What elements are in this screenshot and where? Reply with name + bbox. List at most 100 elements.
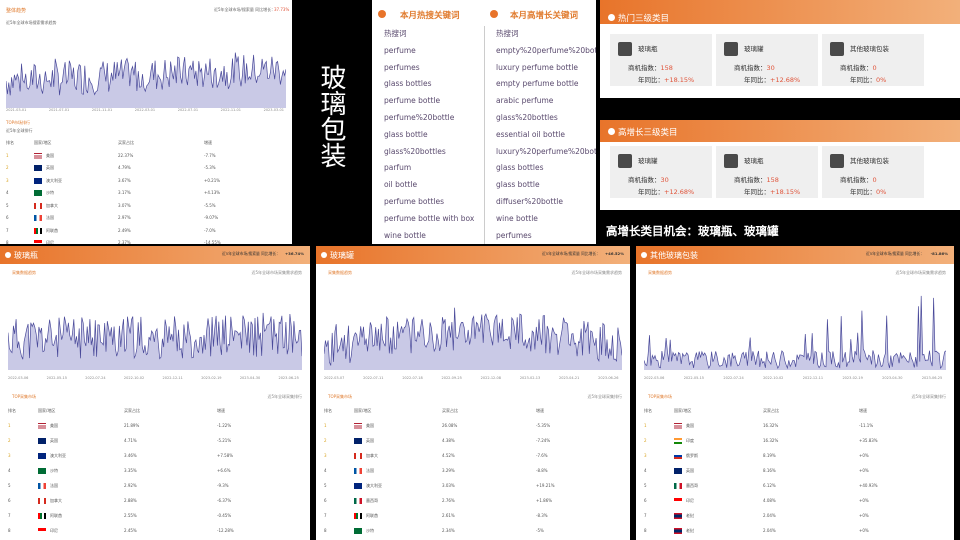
keyword-item[interactable]: perfume bottle with box [384, 211, 474, 228]
flag-icon [354, 453, 362, 459]
keyword-item[interactable]: perfume%20bottle [384, 110, 474, 127]
growth-cell: -14.55% [204, 240, 221, 244]
metric-value: 0 [872, 64, 877, 72]
table-row: 6 墨西哥 2.76% +1.86% [316, 496, 630, 511]
trend-chart [644, 295, 946, 370]
keyword-item[interactable]: perfume [384, 43, 474, 60]
category-card[interactable]: 玻璃罐 商机指数：30 年同比：+12.68% [610, 146, 712, 198]
table-row: 2 英国 4.38% -7.24% [316, 436, 630, 451]
country-cell: 美国 [46, 152, 54, 158]
x-tick-label: 2022-10-02 [763, 376, 784, 380]
table-row: 4 英国 8.16% +0% [636, 466, 954, 481]
keyword-item[interactable]: glass bottle [496, 177, 596, 194]
growth-cell: +0% [859, 528, 869, 533]
keyword-item[interactable]: glass bottles [496, 160, 596, 177]
keyword-item[interactable]: glass bottle [384, 127, 474, 144]
table-row: 4 沙特 3.17% +4.13% [0, 188, 292, 201]
metric-value: 0% [876, 76, 887, 84]
trend-area [644, 295, 946, 370]
rank-cell: 1 [324, 423, 327, 428]
panel-title: 玻璃瓶 [14, 251, 38, 260]
flag-icon [354, 483, 362, 489]
category-metric-1: 商机指数：0 [840, 62, 877, 72]
flag-icon [674, 498, 682, 504]
table-row: 3 加拿大 4.52% -7.6% [316, 451, 630, 466]
keyword-item[interactable]: luxury perfume bottle [496, 60, 596, 77]
keyword-item[interactable]: glass bottles [384, 76, 474, 93]
category-metric-1: 商机指数：158 [734, 174, 779, 184]
flag-icon [34, 227, 42, 234]
hot-categories-panel: 热门三级类目 玻璃瓶 商机指数：158 年同比：+18.15% 玻璃罐 商机指数：30 年… [600, 0, 960, 98]
x-tick-label: 2022-03-06 [644, 376, 665, 380]
category-card[interactable]: 玻璃罐 商机指数：30 年同比：+12.68% [716, 34, 818, 86]
col-share: 买家占比 [763, 408, 779, 413]
rank-cell: 7 [8, 513, 11, 518]
table-row: 2 英国 4.71% -5.21% [0, 436, 310, 451]
rank-cell: 6 [324, 498, 327, 503]
category-card[interactable]: 玻璃瓶 商机指数：158 年同比：+18.15% [610, 34, 712, 86]
cube-icon [830, 42, 844, 56]
rank-cell: 4 [644, 468, 647, 473]
share-cell: 3.46% [124, 453, 137, 458]
growth-cell: -6.37% [217, 498, 232, 503]
col-rank: 排名 [6, 140, 14, 145]
metric-value: 30 [660, 176, 669, 184]
table-row: 7 阿联酋 2.61% -8.3% [316, 511, 630, 526]
x-tick-label: 2021-03-01 [6, 108, 27, 112]
category-card[interactable]: 玻璃瓶 商机指数：158 年同比：+18.15% [716, 146, 818, 198]
category-metric-1: 商机指数：30 [628, 174, 669, 184]
keyword-item[interactable]: perfume bottles [384, 194, 474, 211]
flag-icon [38, 498, 46, 504]
keyword-item[interactable]: parfum [384, 160, 474, 177]
keyword-item[interactable]: wine bottle [496, 211, 596, 228]
col-country: 国家/地区 [38, 408, 56, 413]
table-row: 6 法国 2.97% -9.07% [0, 213, 292, 226]
growth-cell: -8.3% [536, 513, 548, 518]
category-card[interactable]: 其他玻璃包装 商机指数：0 年同比：0% [822, 146, 924, 198]
growth-cell: +6.6% [217, 468, 231, 473]
metric-label: 年同比： [850, 76, 876, 84]
category-metric-2: 年同比：+12.68% [744, 74, 800, 84]
country-cell: 加拿大 [366, 453, 378, 458]
panel-subtitle: 近5年全球市场搜索需求趋势 [6, 20, 57, 25]
opportunity-text: 高增长类目机会：玻璃瓶、玻璃罐 [606, 224, 779, 238]
share-cell: 22.37% [118, 152, 134, 158]
keyword-item[interactable]: empty%20perfume%20bottle [496, 43, 596, 60]
x-tick-label: 2023-04-30 [239, 376, 261, 380]
keyword-item[interactable]: glass%20bottles [496, 110, 596, 127]
keyword-item[interactable]: wine bottle [384, 228, 474, 244]
category-card[interactable]: 其他玻璃包装 商机指数：0 年同比：0% [822, 34, 924, 86]
rank-cell: 1 [644, 423, 647, 428]
share-cell: 3.29% [442, 468, 455, 473]
rank-cell: 2 [644, 438, 647, 443]
x-axis-ticks: 2021-03-01 2021-07-01 2021-11-01 2022-03-01… [6, 108, 286, 114]
col-rank: 排名 [8, 408, 16, 413]
keyword-item[interactable]: perfumes [384, 60, 474, 77]
keyword-item[interactable]: oil bottle [384, 177, 474, 194]
x-tick-label: 2022-05-15 [683, 376, 705, 380]
country-cell: 沙特 [46, 190, 54, 195]
share-cell: 2.04% [763, 528, 776, 533]
flag-icon [38, 468, 46, 474]
keyword-item[interactable]: perfumes [496, 228, 596, 244]
keyword-item[interactable]: perfume bottle [384, 93, 474, 110]
growth-cell: -5.21% [217, 438, 232, 443]
country-cell: 俄罗斯 [686, 453, 698, 458]
panel-meta: 近5年全球市场/搜索量 同比增长： [865, 251, 924, 256]
keyword-item[interactable]: luxury%20perfume%20bottle [496, 144, 596, 161]
keyword-item[interactable]: diffuser%20bottle [496, 194, 596, 211]
share-cell: 2.92% [124, 483, 137, 488]
keyword-item[interactable]: glass%20bottles [384, 144, 474, 161]
keyword-item[interactable]: essential oil bottle [496, 127, 596, 144]
category-metric-1: 商机指数：0 [840, 174, 877, 184]
table-row: 2 印度 16.32% +35.83% [636, 436, 954, 451]
list-header: 热搜词 [384, 29, 407, 38]
table-row: 5 法国 2.92% -9.3% [0, 481, 310, 496]
flag-icon [34, 215, 42, 221]
keyword-item[interactable]: empty perfume bottle [496, 76, 596, 93]
share-cell: 2.34% [442, 528, 455, 533]
keyword-item[interactable]: arabic perfume [496, 93, 596, 110]
category-metric-2: 年同比：+18.15% [638, 74, 694, 84]
share-cell: 26.08% [442, 423, 458, 428]
x-tick-label: 2022-03-06 [8, 376, 29, 380]
